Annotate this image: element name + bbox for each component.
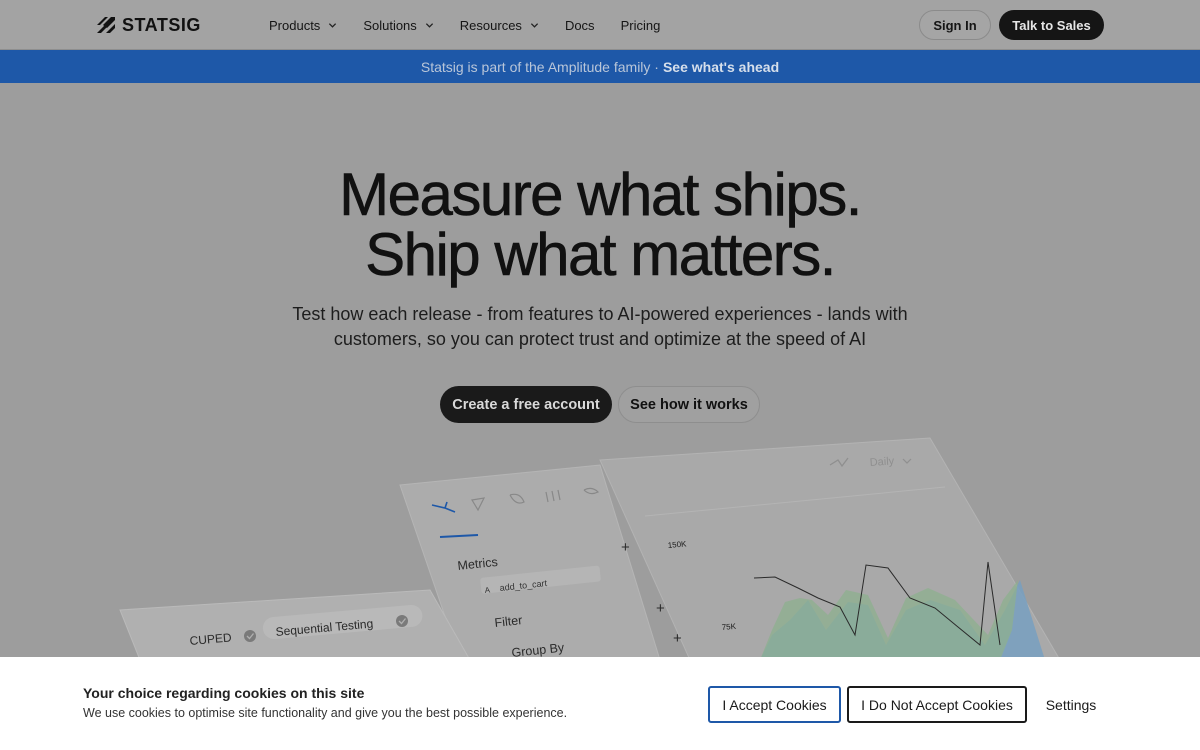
hero-subtitle: Test how each release - from features to… (292, 304, 908, 349)
main-menu: Products Solutions Resources Docs Pricin… (269, 0, 686, 50)
nav-resources-label: Resources (459, 17, 522, 33)
nav-resources[interactable]: Resources (460, 18, 539, 33)
chevron-down-icon (530, 22, 539, 28)
nav-pricing[interactable]: Pricing (621, 18, 661, 33)
sign-in-button[interactable]: Sign In (919, 10, 991, 40)
banner-link[interactable]: See what's ahead (663, 59, 779, 75)
options-panel: CUPED Sequential Testing (119, 589, 471, 660)
brand-name: STATSIG (122, 14, 201, 35)
add-filter-icon[interactable]: + (656, 600, 665, 617)
cookie-title: Your choice regarding cookies on this si… (83, 685, 365, 701)
nav-solutions-label: Solutions (363, 17, 417, 33)
hero-title-line-1: Measure what ships. (339, 161, 863, 228)
hero-title-line-2: Ship what matters. (365, 221, 837, 288)
nav-solutions[interactable]: Solutions (363, 18, 433, 33)
cookie-description: We use cookies to optimise site function… (83, 706, 568, 720)
sequential-check-icon[interactable] (396, 615, 408, 627)
see-how-it-works-button[interactable]: See how it works (618, 386, 760, 423)
y-tick-75k: 75K (721, 622, 737, 632)
nav-products[interactable]: Products (269, 18, 337, 33)
banner-text: Statsig is part of the Amplitude family … (420, 58, 659, 75)
chevron-down-icon (425, 22, 433, 28)
talk-to-sales-button[interactable]: Talk to Sales (999, 10, 1104, 40)
product-illustration: Daily 150K 75K Metrics + A add_to_cart F… (119, 437, 1061, 660)
accept-cookies-button[interactable]: I Accept Cookies (708, 686, 841, 723)
statsig-logo[interactable]: STATSIG (96, 14, 201, 36)
add-metric-icon[interactable]: + (621, 539, 630, 556)
create-account-button[interactable]: Create a free account (440, 386, 612, 423)
y-tick-150k: 150K (667, 539, 687, 550)
chevron-down-icon (329, 22, 337, 28)
reject-cookies-button[interactable]: I Do Not Accept Cookies (847, 686, 1027, 723)
top-nav: STATSIG Products Solutions Resources Doc… (0, 0, 1200, 50)
cookie-settings-button[interactable]: Settings (1033, 686, 1109, 723)
filter-label: Filter (494, 613, 523, 630)
add-group-icon[interactable]: + (673, 630, 682, 647)
statsig-logo-icon (97, 17, 115, 33)
nav-docs[interactable]: Docs (565, 18, 595, 33)
granularity-select[interactable]: Daily (869, 455, 895, 469)
announcement-banner: Statsig is part of the Amplitude family … (0, 50, 1200, 83)
nav-docs-label: Docs (564, 17, 595, 33)
cuped-check-icon[interactable] (244, 630, 256, 642)
nav-products-label: Products (269, 17, 321, 33)
hero-title: Measure what ships. Ship what matters. (0, 161, 1200, 288)
nav-pricing-label: Pricing (620, 17, 661, 33)
chart-panel: Daily 150K 75K (599, 437, 1061, 660)
cookie-banner: Your choice regarding cookies on this si… (0, 657, 1200, 750)
